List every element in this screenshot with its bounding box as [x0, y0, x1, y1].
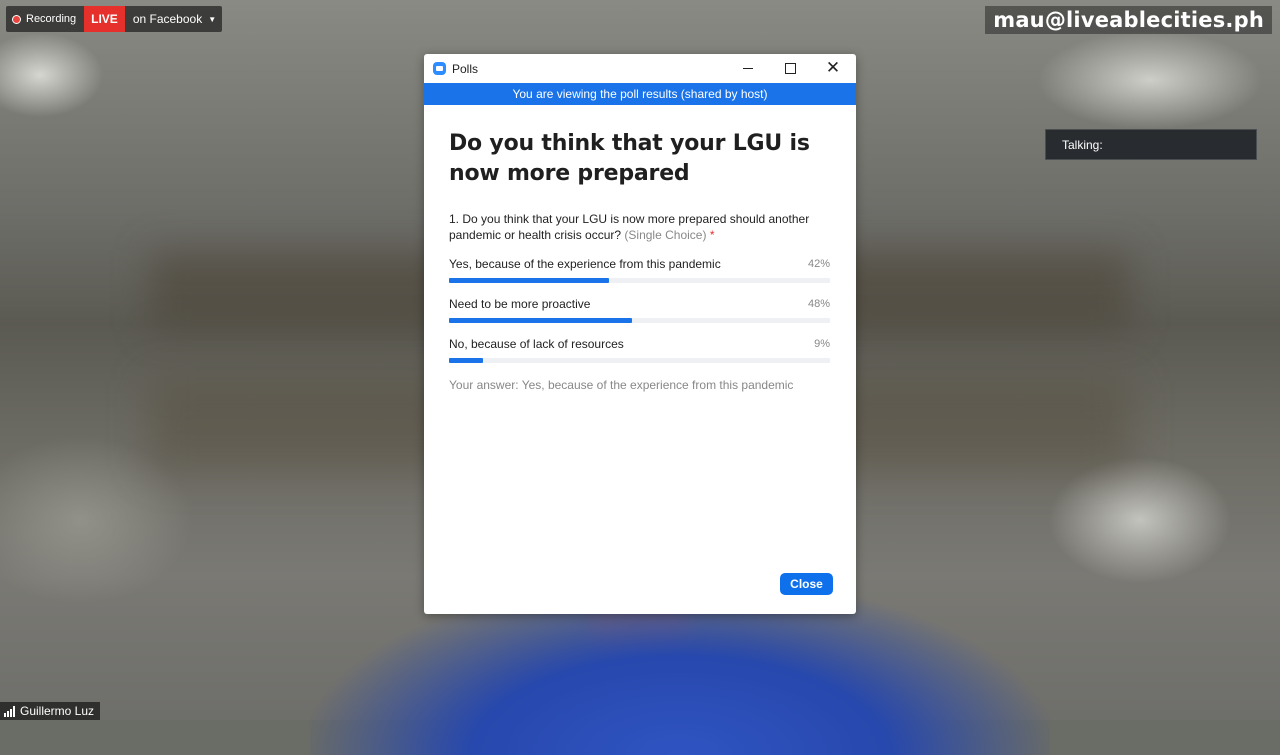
poll-question: 1. Do you think that your LGU is now mor… — [449, 211, 829, 243]
live-badge: LIVE — [84, 6, 125, 32]
close-icon: ✕ — [825, 58, 841, 78]
participant-name-tag: Guillermo Luz — [0, 702, 101, 720]
signal-strength-icon — [4, 705, 15, 717]
poll-option: No, because of lack of resources 9% — [449, 335, 830, 363]
polls-window: Polls ✕ You are viewing the poll results… — [424, 54, 856, 614]
result-bar-track — [449, 358, 830, 363]
maximize-button[interactable] — [769, 54, 811, 83]
minimize-icon — [743, 68, 753, 69]
option-label: Need to be more proactive — [449, 297, 591, 311]
zoom-app-icon — [433, 62, 446, 75]
poll-option: Yes, because of the experience from this… — [449, 255, 830, 283]
question-type-hint: (Single Choice) — [624, 228, 707, 242]
platform-label: on Facebook — [132, 12, 203, 26]
option-label: Yes, because of the experience from this… — [449, 257, 721, 271]
caret-down-icon: ▼ — [208, 14, 217, 24]
poll-option: Need to be more proactive 48% — [449, 295, 830, 323]
window-titlebar[interactable]: Polls ✕ — [424, 54, 856, 83]
recording-indicator[interactable]: Recording — [6, 6, 84, 32]
result-bar-fill — [449, 318, 632, 323]
result-bar-fill — [449, 358, 484, 363]
poll-content: Do you think that your LGU is now more p… — [424, 129, 856, 392]
minimize-button[interactable] — [727, 54, 769, 83]
poll-results-banner: You are viewing the poll results (shared… — [424, 83, 856, 105]
result-bar-fill — [449, 278, 610, 283]
record-icon — [12, 14, 21, 24]
talking-label: Talking: — [1062, 137, 1103, 152]
result-bar-track — [449, 278, 830, 283]
email-watermark: mau@liveablecities.ph — [985, 6, 1272, 34]
option-percent: 9% — [814, 338, 830, 350]
your-answer: Your answer: Yes, because of the experie… — [449, 378, 794, 392]
maximize-icon — [784, 63, 796, 74]
option-label: No, because of lack of resources — [449, 337, 624, 351]
required-marker: * — [709, 228, 715, 242]
window-title: Polls — [452, 61, 479, 76]
window-close-button[interactable]: ✕ — [812, 54, 854, 83]
recording-status-bar: Recording LIVE on Facebook ▼ — [6, 6, 223, 32]
close-button[interactable]: Close — [780, 573, 833, 595]
option-percent: 48% — [807, 298, 830, 310]
recording-label: Recording — [26, 13, 77, 25]
option-percent: 42% — [807, 258, 830, 270]
livestream-platform-dropdown[interactable]: on Facebook ▼ — [125, 6, 222, 32]
talking-indicator: Talking: — [1045, 129, 1257, 160]
poll-title: Do you think that your LGU is now more p… — [449, 131, 810, 186]
participant-name: Guillermo Luz — [20, 704, 95, 718]
result-bar-track — [449, 318, 830, 323]
